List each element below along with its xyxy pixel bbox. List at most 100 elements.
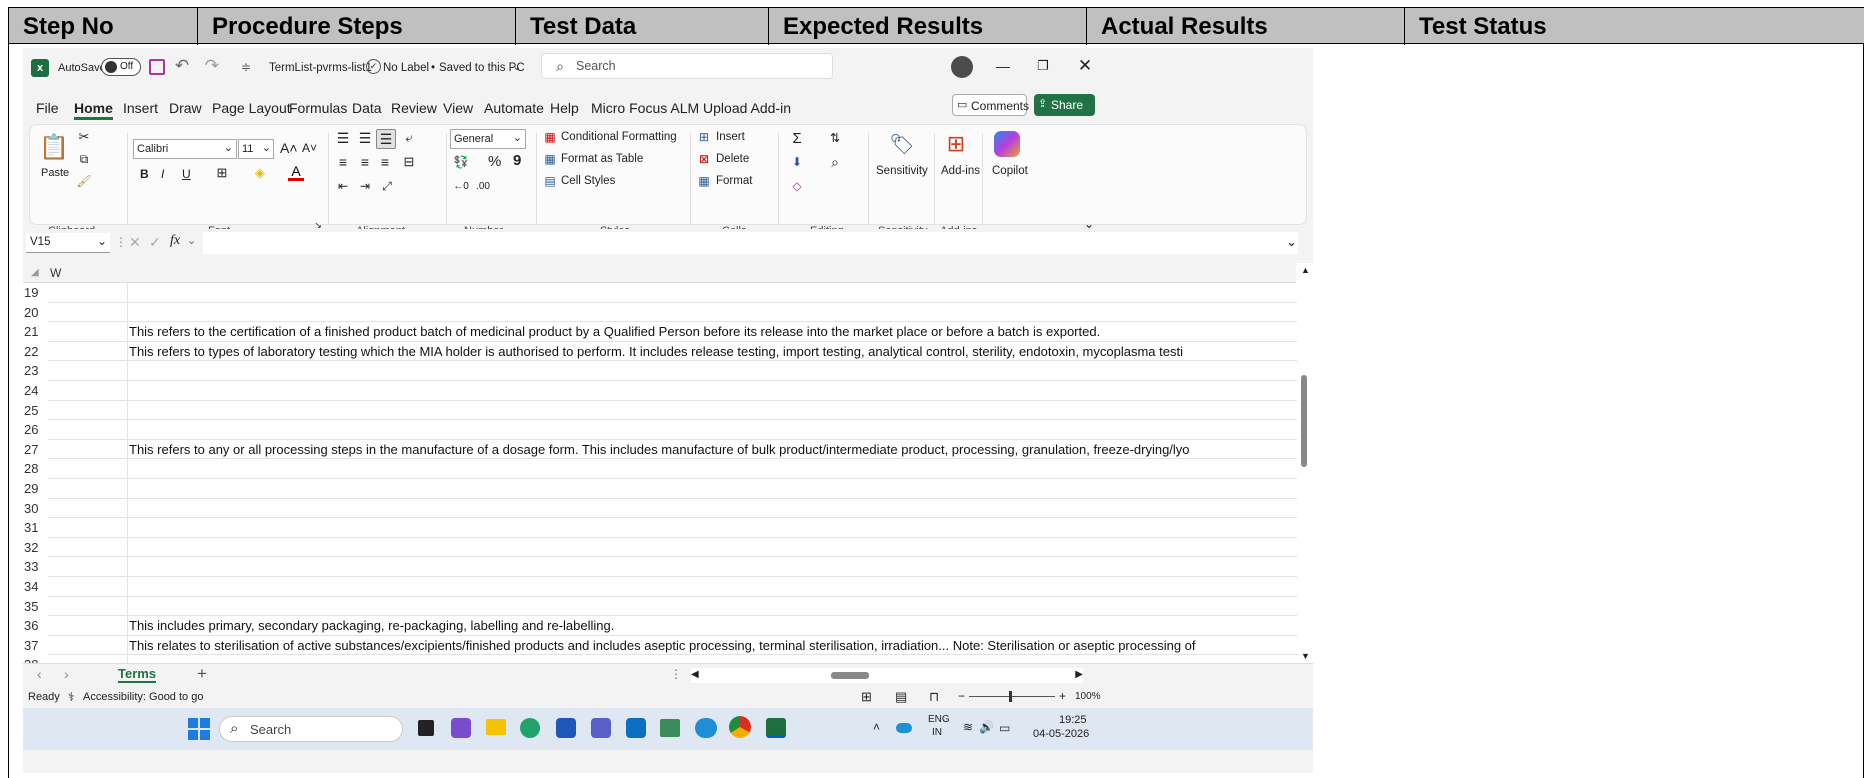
redo-icon[interactable]: ↷: [203, 56, 221, 76]
sensitivity-button[interactable]: Sensitivity: [876, 165, 928, 177]
h-scroll-thumb[interactable]: [831, 672, 869, 679]
decrease-decimal-icon[interactable]: .00: [474, 177, 492, 195]
row-number[interactable]: 31: [23, 520, 48, 535]
tab-formulas[interactable]: Formulas: [289, 100, 347, 116]
underline-button[interactable]: U: [182, 167, 191, 181]
table-row[interactable]: [48, 655, 1297, 663]
percent-button[interactable]: %: [488, 153, 501, 170]
onedrive-tray-icon[interactable]: [896, 723, 912, 733]
bold-button[interactable]: B: [140, 167, 149, 181]
increase-decimal-icon[interactable]: ←0: [452, 177, 470, 195]
font-size-select[interactable]: 11 ⌄: [238, 139, 274, 159]
autosave-toggle[interactable]: Off: [101, 58, 141, 76]
horizontal-scrollbar[interactable]: ◀ ▶: [691, 668, 1083, 683]
decrease-font-icon[interactable]: A˅: [302, 141, 317, 155]
battery-icon[interactable]: ▭: [999, 721, 1010, 735]
comments-button[interactable]: ▭ Comments: [952, 94, 1029, 116]
add-sheet-icon[interactable]: +: [197, 664, 207, 684]
onedrive-icon[interactable]: [695, 718, 717, 738]
row-number[interactable]: 26: [23, 422, 48, 437]
row-number[interactable]: 29: [23, 481, 48, 496]
chrome-icon[interactable]: [729, 716, 751, 738]
table-row[interactable]: [48, 577, 1297, 597]
normal-view-icon[interactable]: ⊞: [861, 689, 872, 705]
clock-time[interactable]: 19:25: [1059, 714, 1087, 726]
language-top[interactable]: ENG: [928, 714, 950, 725]
store-icon[interactable]: [556, 718, 576, 738]
zoom-in-icon[interactable]: +: [1059, 689, 1066, 703]
task-view-icon[interactable]: [418, 720, 434, 736]
windows-start-icon[interactable]: [188, 718, 210, 740]
quick-access-customize-icon[interactable]: ≑: [239, 58, 253, 76]
cancel-icon[interactable]: ✕: [129, 234, 141, 251]
wrap-text-icon[interactable]: ⤶: [400, 129, 418, 147]
delete-cells-icon[interactable]: ⊠: [696, 151, 712, 167]
row-number[interactable]: 27: [23, 442, 48, 457]
fill-icon[interactable]: ⬇: [788, 153, 806, 171]
select-all-icon[interactable]: ◢: [31, 267, 39, 278]
copy-icon[interactable]: ⧉: [76, 151, 92, 167]
table-row[interactable]: [48, 303, 1297, 323]
tab-view[interactable]: View: [443, 100, 473, 116]
chevron-up-icon[interactable]: ˄: [873, 720, 880, 734]
tab-draw[interactable]: Draw: [169, 100, 202, 116]
conditional-formatting-button[interactable]: Conditional Formatting: [561, 131, 677, 143]
chevron-down-icon[interactable]: ⌄: [511, 60, 523, 74]
row-number[interactable]: 22: [23, 344, 48, 359]
find-select-icon[interactable]: ⌕: [826, 153, 844, 171]
file-explorer-icon[interactable]: [486, 719, 506, 735]
row-number[interactable]: 33: [23, 559, 48, 574]
minimize-icon[interactable]: —: [993, 56, 1013, 76]
accessibility-status[interactable]: Accessibility: Good to go: [83, 691, 203, 703]
table-row[interactable]: [48, 283, 1297, 303]
table-row[interactable]: [48, 401, 1297, 421]
align-bottom-icon[interactable]: ☰: [376, 129, 396, 149]
increase-font-icon[interactable]: A˄: [280, 140, 298, 156]
zoom-slider[interactable]: [969, 696, 1055, 697]
zoom-level[interactable]: 100%: [1075, 691, 1101, 702]
formula-input[interactable]: [203, 232, 1298, 254]
format-cells-button[interactable]: Format: [716, 175, 752, 187]
paste-label[interactable]: Paste: [41, 167, 69, 179]
undo-icon[interactable]: ↶: [173, 56, 191, 76]
sort-filter-icon[interactable]: ⇅: [826, 129, 844, 147]
cell-styles-button[interactable]: Cell Styles: [561, 175, 615, 187]
row-number[interactable]: 28: [23, 461, 48, 476]
cell-text[interactable]: This refers to the certification of a fi…: [129, 324, 1100, 339]
prev-sheet-icon[interactable]: ‹: [37, 666, 42, 682]
row-number[interactable]: 19: [23, 285, 48, 300]
spreadsheet-grid[interactable]: ◢ W 19 20 21 This refers to the certificati…: [23, 263, 1313, 663]
paste-icon[interactable]: 📋: [39, 131, 69, 163]
tab-automate[interactable]: Automate: [484, 100, 544, 116]
format-table-icon[interactable]: ▦: [542, 151, 558, 167]
tab-page-layout[interactable]: Page Layout: [212, 100, 291, 116]
insert-function-icon[interactable]: fx: [170, 233, 180, 249]
sheet-tab-terms[interactable]: Terms: [118, 666, 157, 683]
row-number[interactable]: 24: [23, 383, 48, 398]
cell-text[interactable]: This includes primary, secondary packagi…: [129, 618, 614, 633]
wifi-icon[interactable]: ≋: [963, 720, 973, 734]
scroll-left-icon[interactable]: ◀: [691, 669, 699, 680]
sensitivity-icon[interactable]: 🏷: [888, 129, 916, 159]
insert-cells-icon[interactable]: ⊞: [696, 129, 712, 145]
tab-file[interactable]: File: [36, 100, 59, 116]
table-row[interactable]: [48, 361, 1297, 381]
add-ins-button[interactable]: Add-ins: [941, 165, 980, 177]
table-row[interactable]: [48, 499, 1297, 519]
enter-icon[interactable]: ✓: [149, 234, 161, 251]
tab-insert[interactable]: Insert: [123, 100, 158, 116]
zoom-slider-thumb[interactable]: [1009, 691, 1012, 702]
save-icon[interactable]: [149, 59, 165, 75]
copilot-button[interactable]: Copilot: [992, 165, 1028, 177]
increase-indent-icon[interactable]: ⇥: [356, 177, 374, 195]
align-middle-icon[interactable]: ☰: [356, 129, 374, 147]
page-layout-view-icon[interactable]: ▤: [895, 689, 907, 705]
cut-icon[interactable]: ✂: [76, 129, 92, 145]
next-sheet-icon[interactable]: ›: [64, 666, 69, 682]
scroll-up-icon[interactable]: ▲: [1301, 265, 1310, 275]
align-left-icon[interactable]: ≡: [334, 153, 352, 171]
cell-text[interactable]: This relates to sterilisation of active …: [129, 638, 1196, 653]
tab-help[interactable]: Help: [550, 100, 579, 116]
excel-taskbar-icon[interactable]: [766, 718, 786, 738]
row-number[interactable]: 30: [23, 501, 48, 516]
